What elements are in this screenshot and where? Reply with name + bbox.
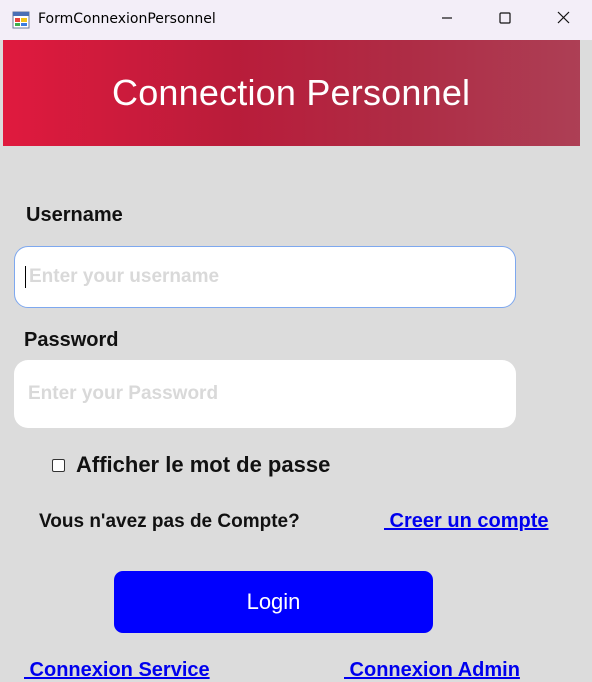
close-button[interactable] bbox=[534, 0, 592, 40]
no-account-text: Vous n'avez pas de Compte? bbox=[39, 511, 300, 532]
connexion-admin-link[interactable]: Connexion Admin bbox=[344, 659, 520, 682]
minimize-button[interactable] bbox=[418, 0, 476, 40]
maximize-icon bbox=[499, 11, 511, 29]
title-bar[interactable]: FormConnexionPersonnel bbox=[0, 0, 592, 40]
show-password-row[interactable]: Afficher le mot de passe bbox=[52, 452, 330, 478]
username-field-container bbox=[14, 246, 516, 308]
page-title: Connection Personnel bbox=[112, 72, 471, 113]
window-title: FormConnexionPersonnel bbox=[38, 11, 216, 27]
close-icon bbox=[557, 11, 570, 29]
password-field-container bbox=[14, 360, 516, 428]
text-caret bbox=[25, 266, 26, 288]
username-input[interactable] bbox=[29, 247, 501, 307]
create-account-link[interactable]: Creer un compte bbox=[384, 510, 549, 533]
username-label: Username bbox=[26, 204, 123, 226]
show-password-checkbox[interactable] bbox=[52, 458, 65, 472]
password-label: Password bbox=[24, 329, 119, 351]
login-window: FormConnexionPersonnel Connection Person… bbox=[0, 0, 592, 682]
windows-form-icon bbox=[12, 11, 30, 29]
password-input[interactable] bbox=[28, 360, 502, 428]
maximize-button[interactable] bbox=[476, 0, 534, 40]
login-button[interactable]: Login bbox=[114, 571, 433, 633]
connexion-service-link[interactable]: Connexion Service bbox=[24, 659, 210, 682]
show-password-label[interactable]: Afficher le mot de passe bbox=[76, 452, 330, 478]
minimize-icon bbox=[441, 11, 453, 29]
